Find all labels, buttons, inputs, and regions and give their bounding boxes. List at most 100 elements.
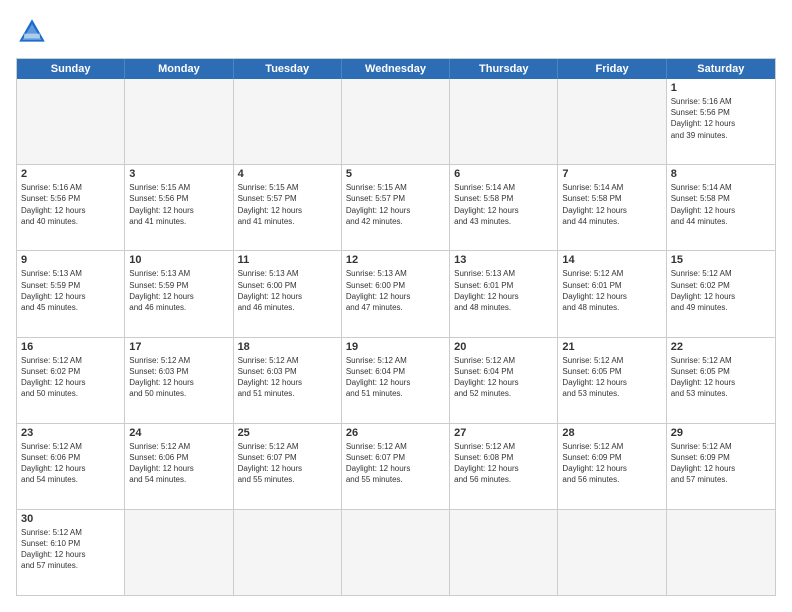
calendar-cell: 10 Sunrise: 5:13 AMSunset: 5:59 PMDayligh… — [125, 251, 233, 336]
day-number: 4 — [238, 168, 337, 180]
day-info: Sunrise: 5:12 AMSunset: 6:09 PMDaylight:… — [671, 441, 771, 486]
calendar-cell: 16 Sunrise: 5:12 AMSunset: 6:02 PMDayligh… — [17, 338, 125, 423]
calendar-cell — [342, 79, 450, 164]
day-info: Sunrise: 5:15 AMSunset: 5:57 PMDaylight:… — [346, 182, 445, 227]
calendar-row-2: 9 Sunrise: 5:13 AMSunset: 5:59 PMDaylight… — [17, 250, 775, 336]
page: Sunday Monday Tuesday Wednesday Thursday… — [0, 0, 792, 612]
day-info: Sunrise: 5:12 AMSunset: 6:04 PMDaylight:… — [346, 355, 445, 400]
day-info: Sunrise: 5:16 AMSunset: 5:56 PMDaylight:… — [671, 96, 771, 141]
day-info: Sunrise: 5:13 AMSunset: 6:00 PMDaylight:… — [238, 268, 337, 313]
day-number: 5 — [346, 168, 445, 180]
day-number: 28 — [562, 427, 661, 439]
calendar-cell: 24 Sunrise: 5:12 AMSunset: 6:06 PMDayligh… — [125, 424, 233, 509]
header — [16, 16, 776, 48]
calendar-cell: 26 Sunrise: 5:12 AMSunset: 6:07 PMDayligh… — [342, 424, 450, 509]
calendar-cell: 22 Sunrise: 5:12 AMSunset: 6:05 PMDayligh… — [667, 338, 775, 423]
calendar-cell: 17Sunrise: 5:12 AMSunset: 6:03 PMDayligh… — [125, 338, 233, 423]
calendar-cell: 9Sunrise: 5:13 AMSunset: 5:59 PMDaylight… — [17, 251, 125, 336]
day-number: 2 — [21, 168, 120, 180]
day-info: Sunrise: 5:14 AMSunset: 5:58 PMDaylight:… — [454, 182, 553, 227]
weekday-saturday: Saturday — [667, 59, 775, 79]
calendar-cell — [125, 510, 233, 595]
calendar-row-1: 2 Sunrise: 5:16 AMSunset: 5:56 PMDaylight… — [17, 164, 775, 250]
day-number: 24 — [129, 427, 228, 439]
day-info: Sunrise: 5:12 AMSunset: 6:02 PMDaylight:… — [671, 268, 771, 313]
calendar-row-4: 23 Sunrise: 5:12 AMSunset: 6:06 PMDayligh… — [17, 423, 775, 509]
calendar-cell — [234, 510, 342, 595]
day-number: 9 — [21, 254, 120, 266]
weekday-wednesday: Wednesday — [342, 59, 450, 79]
day-info: Sunrise: 5:12 AMSunset: 6:01 PMDaylight:… — [562, 268, 661, 313]
day-info: Sunrise: 5:13 AMSunset: 5:59 PMDaylight:… — [129, 268, 228, 313]
calendar-cell: 12Sunrise: 5:13 AMSunset: 6:00 PMDayligh… — [342, 251, 450, 336]
calendar-cell: 1Sunrise: 5:16 AMSunset: 5:56 PMDaylight… — [667, 79, 775, 164]
day-number: 20 — [454, 341, 553, 353]
calendar-cell: 11 Sunrise: 5:13 AMSunset: 6:00 PMDayligh… — [234, 251, 342, 336]
day-number: 26 — [346, 427, 445, 439]
calendar-cell — [342, 510, 450, 595]
weekday-friday: Friday — [558, 59, 666, 79]
day-number: 10 — [129, 254, 228, 266]
day-number: 30 — [21, 513, 120, 525]
day-info: Sunrise: 5:16 AMSunset: 5:56 PMDaylight:… — [21, 182, 120, 227]
calendar-row-0: 1Sunrise: 5:16 AMSunset: 5:56 PMDaylight… — [17, 79, 775, 164]
calendar-cell: 13Sunrise: 5:13 AMSunset: 6:01 PMDayligh… — [450, 251, 558, 336]
day-number: 13 — [454, 254, 553, 266]
calendar-cell: 30 Sunrise: 5:12 AMSunset: 6:10 PMDayligh… — [17, 510, 125, 595]
day-number: 7 — [562, 168, 661, 180]
day-number: 6 — [454, 168, 553, 180]
day-number: 22 — [671, 341, 771, 353]
calendar-cell: 19 Sunrise: 5:12 AMSunset: 6:04 PMDayligh… — [342, 338, 450, 423]
calendar-cell: 27Sunrise: 5:12 AMSunset: 6:08 PMDayligh… — [450, 424, 558, 509]
calendar-cell: 29Sunrise: 5:12 AMSunset: 6:09 PMDayligh… — [667, 424, 775, 509]
calendar-cell: 14 Sunrise: 5:12 AMSunset: 6:01 PMDayligh… — [558, 251, 666, 336]
day-info: Sunrise: 5:14 AMSunset: 5:58 PMDaylight:… — [562, 182, 661, 227]
day-info: Sunrise: 5:13 AMSunset: 6:00 PMDaylight:… — [346, 268, 445, 313]
day-info: Sunrise: 5:12 AMSunset: 6:07 PMDaylight:… — [238, 441, 337, 486]
calendar-cell — [234, 79, 342, 164]
calendar-cell — [450, 79, 558, 164]
calendar-cell: 6 Sunrise: 5:14 AMSunset: 5:58 PMDaylight… — [450, 165, 558, 250]
calendar-cell: 20 Sunrise: 5:12 AMSunset: 6:04 PMDayligh… — [450, 338, 558, 423]
day-info: Sunrise: 5:12 AMSunset: 6:07 PMDaylight:… — [346, 441, 445, 486]
calendar-cell: 23 Sunrise: 5:12 AMSunset: 6:06 PMDayligh… — [17, 424, 125, 509]
calendar-row-3: 16 Sunrise: 5:12 AMSunset: 6:02 PMDayligh… — [17, 337, 775, 423]
day-info: Sunrise: 5:12 AMSunset: 6:08 PMDaylight:… — [454, 441, 553, 486]
day-info: Sunrise: 5:12 AMSunset: 6:02 PMDaylight:… — [21, 355, 120, 400]
day-info: Sunrise: 5:15 AMSunset: 5:57 PMDaylight:… — [238, 182, 337, 227]
day-info: Sunrise: 5:12 AMSunset: 6:03 PMDaylight:… — [238, 355, 337, 400]
weekday-thursday: Thursday — [450, 59, 558, 79]
day-number: 3 — [129, 168, 228, 180]
day-info: Sunrise: 5:12 AMSunset: 6:06 PMDaylight:… — [129, 441, 228, 486]
day-number: 19 — [346, 341, 445, 353]
day-number: 14 — [562, 254, 661, 266]
calendar-cell: 7 Sunrise: 5:14 AMSunset: 5:58 PMDaylight… — [558, 165, 666, 250]
calendar-cell: 5 Sunrise: 5:15 AMSunset: 5:57 PMDaylight… — [342, 165, 450, 250]
day-number: 11 — [238, 254, 337, 266]
day-info: Sunrise: 5:12 AMSunset: 6:05 PMDaylight:… — [562, 355, 661, 400]
day-number: 21 — [562, 341, 661, 353]
calendar-cell: 28 Sunrise: 5:12 AMSunset: 6:09 PMDayligh… — [558, 424, 666, 509]
day-info: Sunrise: 5:12 AMSunset: 6:06 PMDaylight:… — [21, 441, 120, 486]
calendar-row-5: 30 Sunrise: 5:12 AMSunset: 6:10 PMDayligh… — [17, 509, 775, 595]
calendar-cell — [450, 510, 558, 595]
calendar: Sunday Monday Tuesday Wednesday Thursday… — [16, 58, 776, 596]
day-number: 8 — [671, 168, 771, 180]
day-number: 16 — [21, 341, 120, 353]
day-info: Sunrise: 5:12 AMSunset: 6:03 PMDaylight:… — [129, 355, 228, 400]
logo-icon — [16, 16, 48, 48]
day-info: Sunrise: 5:12 AMSunset: 6:04 PMDaylight:… — [454, 355, 553, 400]
calendar-cell: 25Sunrise: 5:12 AMSunset: 6:07 PMDayligh… — [234, 424, 342, 509]
day-info: Sunrise: 5:12 AMSunset: 6:05 PMDaylight:… — [671, 355, 771, 400]
calendar-cell: 4 Sunrise: 5:15 AMSunset: 5:57 PMDaylight… — [234, 165, 342, 250]
calendar-cell: 2 Sunrise: 5:16 AMSunset: 5:56 PMDaylight… — [17, 165, 125, 250]
day-info: Sunrise: 5:12 AMSunset: 6:10 PMDaylight:… — [21, 527, 120, 572]
day-number: 23 — [21, 427, 120, 439]
weekday-sunday: Sunday — [17, 59, 125, 79]
calendar-cell: 15Sunrise: 5:12 AMSunset: 6:02 PMDayligh… — [667, 251, 775, 336]
day-info: Sunrise: 5:12 AMSunset: 6:09 PMDaylight:… — [562, 441, 661, 486]
calendar-cell — [667, 510, 775, 595]
calendar-cell — [17, 79, 125, 164]
day-info: Sunrise: 5:14 AMSunset: 5:58 PMDaylight:… — [671, 182, 771, 227]
calendar-cell: 3Sunrise: 5:15 AMSunset: 5:56 PMDaylight… — [125, 165, 233, 250]
